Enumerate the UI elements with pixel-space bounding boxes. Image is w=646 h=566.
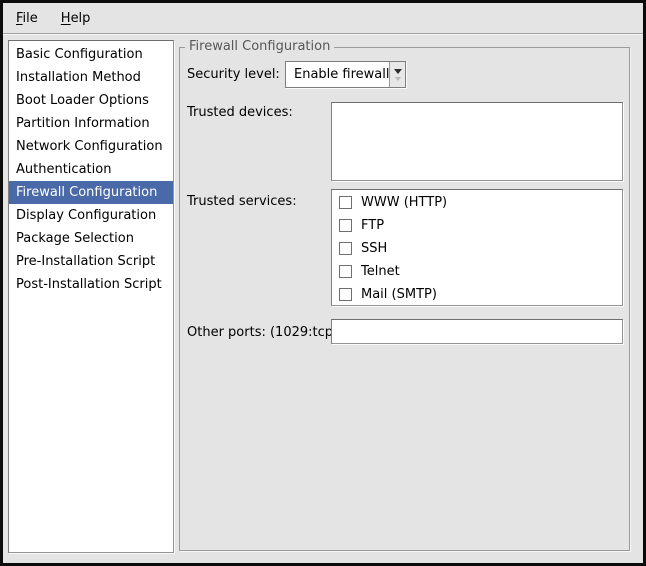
www-http-checkbox[interactable] [339,196,352,209]
trusted-service-row: WWW (HTTP) [332,191,622,214]
trusted-service-row: Mail (SMTP) [332,283,622,306]
sidebar-item-network-configuration[interactable]: Network Configuration [9,135,173,158]
sidebar-item-display-configuration[interactable]: Display Configuration [9,204,173,227]
security-level-label: Security level: [187,67,280,82]
sidebar-section-list: Basic Configuration Installation Method … [8,40,174,553]
sidebar-item-pre-installation-script[interactable]: Pre-Installation Script [9,250,173,273]
sidebar-item-package-selection[interactable]: Package Selection [9,227,173,250]
mail-smtp-checkbox[interactable] [339,288,352,301]
menubar-separator [3,33,643,35]
sidebar-item-partition-information[interactable]: Partition Information [9,112,173,135]
trusted-service-row: Telnet [332,260,622,283]
kickstart-configurator-window: File Help Basic Configuration Installati… [0,0,646,566]
sidebar-item-installation-method[interactable]: Installation Method [9,66,173,89]
combo-dropdown-button[interactable] [389,62,405,87]
menu-file-rest: ile [23,11,38,26]
mail-smtp-label: Mail (SMTP) [361,287,437,302]
ftp-label: FTP [361,218,384,233]
telnet-checkbox[interactable] [339,265,352,278]
sidebar-item-basic-configuration[interactable]: Basic Configuration [9,43,173,66]
menu-help[interactable]: Help [59,9,93,28]
trusted-service-row: FTP [332,214,622,237]
sidebar-item-firewall-configuration[interactable]: Firewall Configuration [9,181,173,204]
security-level-value: Enable firewall [286,62,389,87]
ssh-label: SSH [361,241,387,256]
trusted-services-list: WWW (HTTP) FTP SSH Telnet Mail (SMTP) [331,189,623,306]
menubar: File Help [3,3,643,33]
menu-help-mnemonic: H [61,11,71,26]
trusted-services-label: Trusted services: [187,194,297,209]
sidebar-item-boot-loader-options[interactable]: Boot Loader Options [9,89,173,112]
frame-title: Firewall Configuration [185,39,334,54]
trusted-service-row: SSH [332,237,622,260]
trusted-devices-label: Trusted devices: [187,105,293,120]
other-ports-label: Other ports: (1029:tcp) [187,325,338,340]
security-level-combobox[interactable]: Enable firewall [285,61,406,88]
sidebar-item-authentication[interactable]: Authentication [9,158,173,181]
firewall-configuration-frame: Firewall Configuration Security level: E… [179,47,630,551]
ftp-checkbox[interactable] [339,219,352,232]
www-http-label: WWW (HTTP) [361,195,447,210]
chevron-down-icon [394,69,402,74]
ssh-checkbox[interactable] [339,242,352,255]
telnet-label: Telnet [361,264,400,279]
trusted-devices-list[interactable] [331,102,623,181]
chevron-down-shadow-icon [395,77,401,81]
menu-help-rest: elp [71,11,91,26]
other-ports-input[interactable] [331,319,623,344]
sidebar-item-post-installation-script[interactable]: Post-Installation Script [9,273,173,296]
menu-file[interactable]: File [14,9,40,28]
